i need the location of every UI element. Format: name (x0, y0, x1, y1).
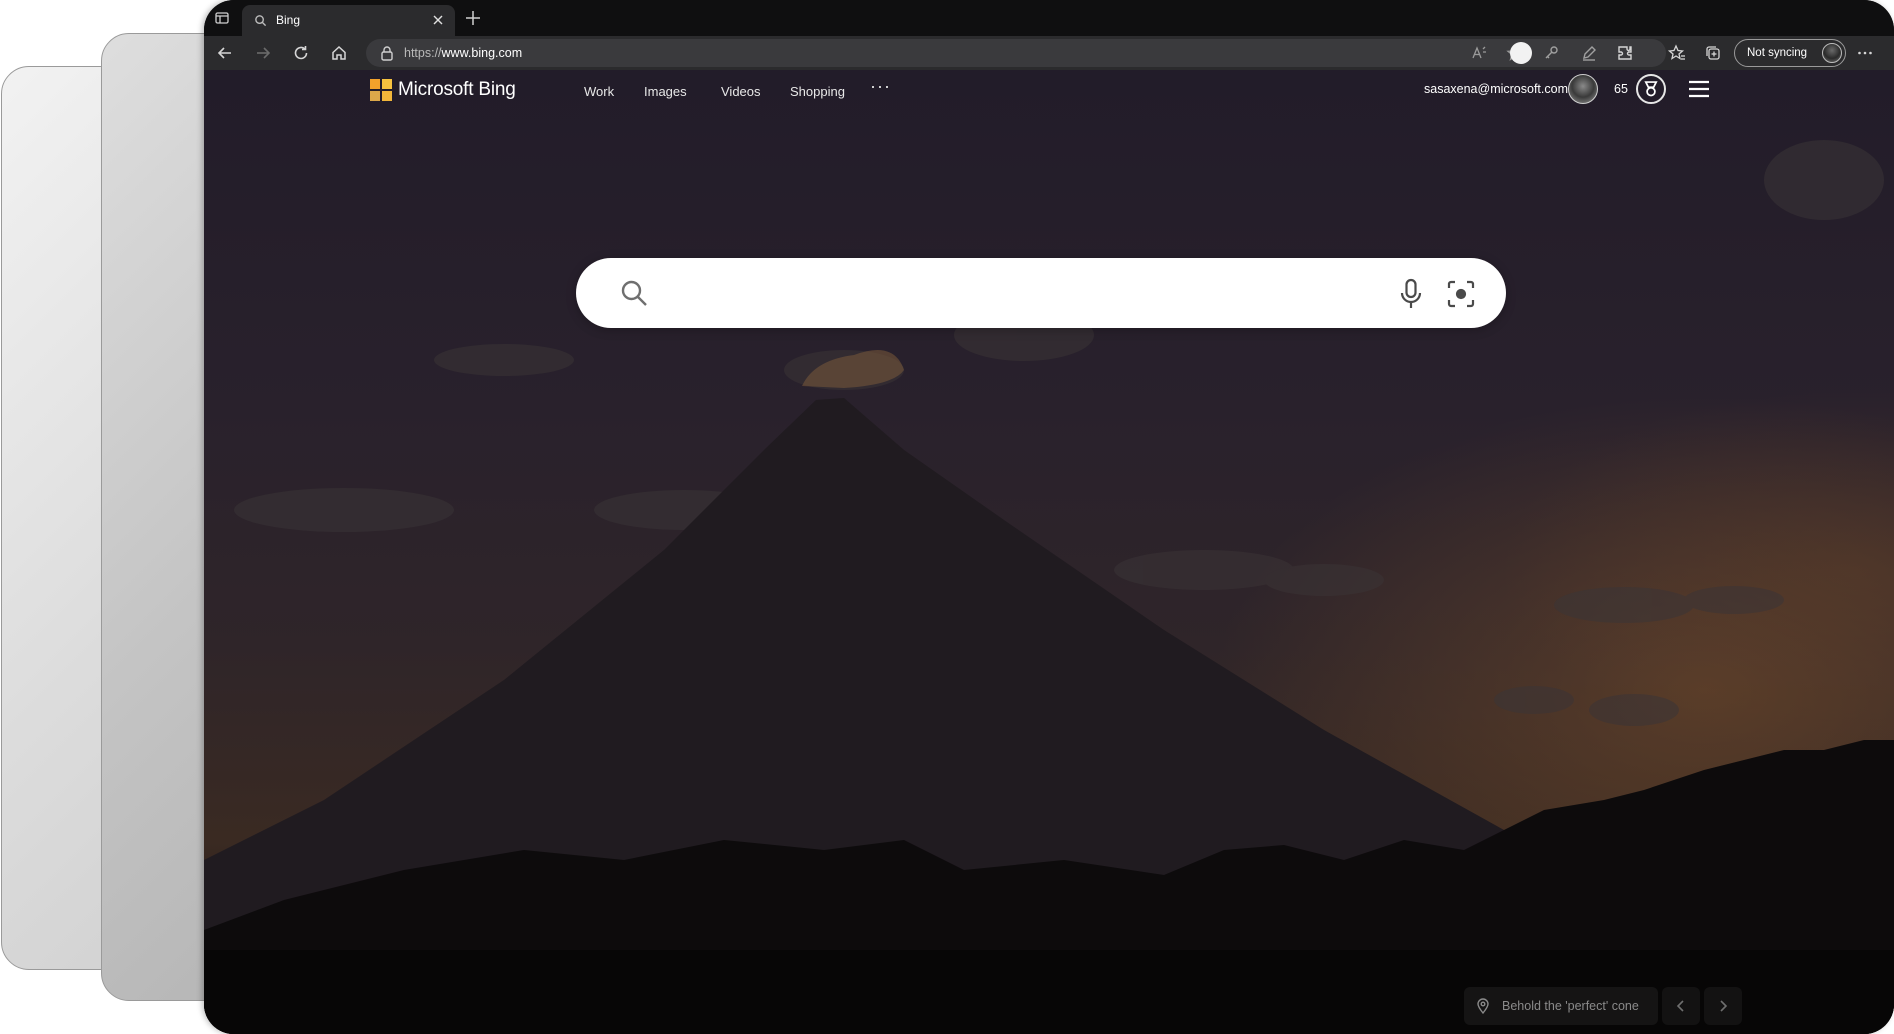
address-bar[interactable]: https://www.bing.com (366, 39, 1666, 67)
favorites-icon[interactable] (1668, 44, 1686, 62)
nav-more-button[interactable]: ··· (870, 76, 891, 97)
next-image-button[interactable] (1704, 987, 1742, 1025)
user-email[interactable]: sasaxena@microsoft.com (1424, 82, 1568, 96)
refresh-icon[interactable] (292, 44, 310, 62)
menu-hamburger-icon[interactable] (1688, 80, 1710, 98)
read-aloud-icon[interactable] (1470, 44, 1488, 62)
caption-text: Behold the 'perfect' cone (1502, 999, 1639, 1013)
brand-name[interactable]: Microsoft Bing (398, 79, 516, 101)
user-avatar[interactable] (1568, 74, 1598, 104)
tab-actions-icon[interactable] (214, 10, 230, 26)
browser-window: Bing https://www.bing.com Not syncing Mi… (204, 0, 1894, 1034)
more-options-icon[interactable] (1856, 44, 1874, 62)
sync-status-label: Not syncing (1747, 47, 1808, 59)
profile-avatar (1822, 43, 1842, 63)
bing-homepage: Microsoft Bing Work Images Videos Shoppi… (204, 70, 1894, 1034)
rewards-points[interactable]: 65 (1614, 82, 1628, 96)
visual-search-icon[interactable] (1446, 279, 1476, 309)
image-caption[interactable]: Behold the 'perfect' cone (1464, 987, 1658, 1025)
tab-title: Bing (276, 13, 301, 27)
microsoft-logo-icon[interactable] (370, 79, 392, 101)
search-favicon-icon (255, 15, 267, 27)
lock-icon[interactable] (380, 45, 394, 61)
pen-icon[interactable] (1580, 44, 1598, 62)
tab-bing[interactable]: Bing (242, 5, 455, 36)
volcano-background-image (204, 140, 1894, 1034)
search-box[interactable] (576, 258, 1506, 328)
collections-icon[interactable] (1704, 44, 1722, 62)
nav-work[interactable]: Work (584, 84, 614, 99)
profile-sync-button[interactable]: Not syncing (1734, 39, 1846, 67)
forward-arrow-icon[interactable] (254, 44, 272, 62)
browser-toolbar: https://www.bing.com Not syncing (204, 36, 1894, 70)
close-tab-icon[interactable] (431, 13, 445, 27)
chevron-left-icon (1676, 1000, 1684, 1012)
microphone-icon[interactable] (1398, 278, 1424, 310)
previous-image-button[interactable] (1662, 987, 1700, 1025)
new-tab-icon[interactable] (464, 9, 482, 27)
stage: Bing https://www.bing.com Not syncing Mi… (0, 0, 1894, 1034)
toggle-knob[interactable] (1510, 42, 1532, 64)
nav-videos[interactable]: Videos (721, 84, 761, 99)
location-pin-icon (1477, 998, 1489, 1014)
home-icon[interactable] (330, 44, 348, 62)
url-scheme: https:// (404, 46, 442, 60)
key-icon[interactable] (1542, 44, 1560, 62)
nav-shopping[interactable]: Shopping (790, 84, 845, 99)
search-input[interactable] (666, 275, 1316, 311)
nav-images[interactable]: Images (644, 84, 687, 99)
rewards-medal-icon[interactable] (1636, 74, 1666, 104)
url-host: www.bing.com (441, 46, 523, 60)
url-text[interactable]: https://www.bing.com (404, 46, 522, 60)
tab-strip: Bing (204, 0, 1894, 36)
back-arrow-icon[interactable] (216, 44, 234, 62)
extensions-icon[interactable] (1616, 44, 1634, 62)
search-icon[interactable] (620, 279, 648, 307)
chevron-right-icon (1720, 1000, 1728, 1012)
